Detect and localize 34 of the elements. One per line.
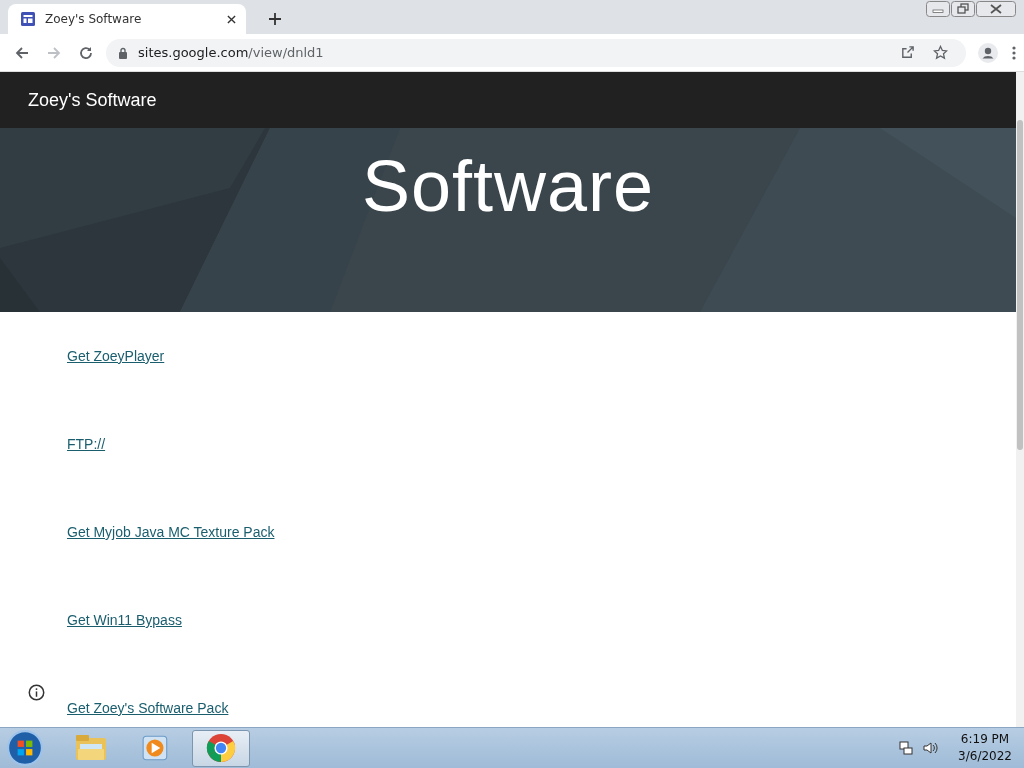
restore-icon[interactable] <box>951 1 975 17</box>
minimize-icon[interactable] <box>926 1 950 17</box>
clock-date[interactable]: 3/6/2022 <box>958 748 1012 765</box>
network-icon[interactable] <box>898 740 915 756</box>
hero-title: Software <box>361 150 655 222</box>
folder-icon <box>75 733 107 763</box>
url-text: sites.google.com/view/dnld1 <box>138 45 324 60</box>
scrollbar-thumb[interactable] <box>1017 120 1023 450</box>
taskbar-button[interactable] <box>192 729 250 767</box>
clock-time[interactable]: 6:19 PM <box>960 731 1010 748</box>
close-icon[interactable] <box>976 1 1016 17</box>
download-link[interactable]: Get Myjob Java MC Texture Pack <box>67 522 275 542</box>
site-title[interactable]: Zoey's Software <box>28 89 157 111</box>
share-icon[interactable] <box>900 45 915 60</box>
browser-icon <box>205 733 237 763</box>
info-icon[interactable] <box>28 684 45 701</box>
close-icon[interactable] <box>227 14 236 24</box>
download-link[interactable]: Get ZoeyPlayer <box>67 346 165 366</box>
reload-icon[interactable] <box>78 44 94 61</box>
download-link[interactable]: Get Win11 Bypass <box>67 610 182 630</box>
download-link[interactable]: Get Zoey's Software Pack <box>67 698 229 718</box>
address-bar[interactable]: sites.google.com/view/dnld1 <box>106 38 966 67</box>
menu-icon[interactable] <box>1012 44 1016 61</box>
back-icon[interactable] <box>14 44 30 61</box>
site-icon <box>21 12 35 26</box>
download-link[interactable]: FTP:// <box>67 434 106 454</box>
scrollbar[interactable] <box>1016 72 1024 727</box>
profile-icon[interactable] <box>978 42 998 63</box>
start-button[interactable] <box>6 729 44 767</box>
browser-tab[interactable]: Zoey's Software <box>8 4 246 34</box>
volume-icon[interactable] <box>922 740 939 756</box>
star-icon[interactable] <box>933 45 948 60</box>
lock-icon <box>118 46 128 59</box>
new-tab-icon[interactable] <box>269 13 281 25</box>
